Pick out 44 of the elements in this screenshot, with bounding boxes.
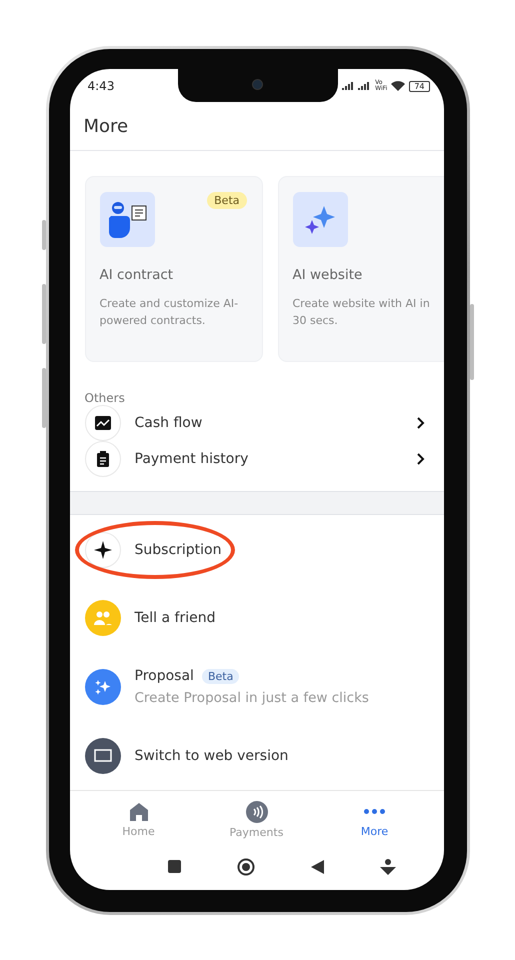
home-icon (128, 802, 148, 822)
signal-icon (341, 81, 372, 91)
item-label: Tell a friend (134, 610, 216, 626)
camera-icon (252, 79, 263, 90)
nav-tab[interactable]: More (330, 802, 420, 838)
beta-badge: Beta (202, 668, 240, 684)
more-icon (364, 809, 385, 814)
section-heading: Others (84, 390, 126, 405)
contactless-icon (246, 801, 268, 823)
menu-item[interactable]: Subscription (70, 516, 444, 584)
chart-icon (94, 416, 110, 430)
chevron-right-icon (416, 416, 426, 430)
card-title: AI contract (100, 267, 174, 283)
status-time: 4:43 (88, 79, 114, 93)
wifi-icon (391, 81, 406, 91)
clipboard-icon (96, 451, 108, 467)
card-title: AI website (292, 267, 364, 283)
accessibility-icon[interactable] (380, 858, 396, 874)
menu-item[interactable]: Tell a friend (70, 584, 444, 652)
card-description: Create and customize AI-powered contracts. (100, 296, 240, 329)
menu-item[interactable]: Payment history (70, 441, 444, 477)
chevron-right-icon (416, 452, 426, 466)
page-title: More (84, 116, 128, 137)
item-label: Subscription (134, 542, 222, 558)
menu-item[interactable]: Cash flow (70, 405, 444, 441)
item-label: Proposal (134, 668, 194, 684)
menu-item[interactable]: Proposal Beta Create Proposal in just a few clicks (70, 652, 444, 722)
home-circle-icon[interactable] (236, 858, 254, 876)
sparkle-icon (304, 204, 336, 236)
menu-item[interactable]: Switch to web version (70, 722, 444, 790)
battery-level: 74 (409, 80, 430, 92)
people-icon (94, 611, 112, 625)
feature-card[interactable]: AI website Create website with AI in 30 secs. (278, 176, 444, 362)
star-icon (94, 541, 112, 559)
item-label: Switch to web version (134, 748, 288, 764)
back-icon[interactable] (310, 860, 324, 874)
feature-card[interactable]: Beta AI contract Create and customize AI-powered contracts. (84, 176, 262, 362)
card-description: Create website with AI in 30 secs. (292, 296, 431, 329)
monitor-icon (94, 749, 112, 763)
sparkles-icon (94, 678, 112, 696)
recents-icon[interactable] (168, 860, 180, 873)
item-subtitle: Create Proposal in just a few clicks (134, 690, 370, 706)
robot-icon (106, 200, 148, 240)
beta-badge: Beta (207, 192, 246, 209)
